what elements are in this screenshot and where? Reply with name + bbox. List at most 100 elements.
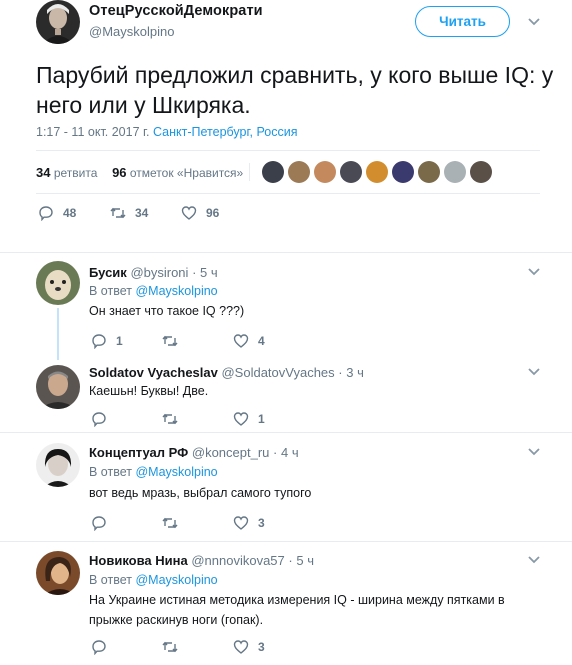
stats-separator: [249, 163, 250, 181]
like-button[interactable]: 3: [233, 639, 265, 655]
likes-label[interactable]: отметок «Нравится»: [130, 166, 243, 180]
in-reply-prefix: В ответ: [89, 465, 132, 479]
like-button[interactable]: 96: [181, 205, 219, 221]
liker-avatar[interactable]: [340, 161, 362, 183]
chevron-down-icon[interactable]: [527, 17, 541, 27]
reply-text: вот ведь мразь, выбрал самого тупого: [89, 486, 312, 500]
reply-author-handle[interactable]: @nnnovikova57: [191, 553, 284, 568]
heart-icon: [233, 412, 249, 426]
reply-actions: 1 4: [0, 333, 572, 351]
reply-author-handle[interactable]: @koncept_ru: [192, 445, 270, 460]
reply-actions: 3: [0, 639, 572, 657]
reply-author-name[interactable]: Новикова Нина: [89, 553, 188, 568]
liker-avatar[interactable]: [366, 161, 388, 183]
reply-button[interactable]: [91, 411, 107, 427]
author-avatar[interactable]: [36, 0, 80, 44]
tweet-timestamp: 1:17 - 11 окт. 2017 г. Санкт-Петербург, …: [36, 125, 297, 139]
in-reply-to: В ответ @Mayskolpino: [89, 284, 218, 298]
chevron-down-icon[interactable]: [527, 367, 541, 377]
reply-icon: [92, 334, 106, 349]
retweet-button[interactable]: [162, 411, 178, 427]
reply-avatar[interactable]: [36, 443, 80, 487]
retweet-button[interactable]: [162, 333, 178, 349]
liker-avatar[interactable]: [392, 161, 414, 183]
retweets-label[interactable]: ретвита: [54, 166, 98, 180]
retweet-button[interactable]: [162, 515, 178, 531]
author-handle[interactable]: @Mayskolpino: [89, 24, 174, 39]
retweet-button[interactable]: [162, 639, 178, 655]
reply-actions: 3: [0, 515, 572, 533]
retweet-count: 34: [135, 206, 149, 220]
reply-header: Новикова Нина @nnnovikova57 · 5 ч: [89, 553, 314, 568]
in-reply-mention[interactable]: @Mayskolpino: [135, 573, 217, 587]
like-button[interactable]: 1: [233, 411, 265, 427]
liker-avatar[interactable]: [470, 161, 492, 183]
liker-avatar[interactable]: [314, 161, 336, 183]
retweet-button[interactable]: 34: [110, 205, 148, 221]
chevron-down-icon[interactable]: [527, 267, 541, 277]
retweet-icon: [162, 335, 178, 347]
retweet-icon: [162, 413, 178, 425]
chevron-down-icon[interactable]: [527, 447, 541, 457]
liker-avatar[interactable]: [444, 161, 466, 183]
retweet-icon: [110, 207, 126, 219]
liker-avatar[interactable]: [262, 161, 284, 183]
liker-avatar[interactable]: [418, 161, 440, 183]
reply-avatar[interactable]: [36, 365, 80, 409]
tweet-location[interactable]: Санкт-Петербург, Россия: [153, 125, 297, 139]
in-reply-mention[interactable]: @Mayskolpino: [135, 465, 217, 479]
reply-item[interactable]: Бусик @bysironi · 5 ч В ответ @Mayskolpi…: [0, 253, 572, 360]
reply-text: На Украине истиная методика измерения IQ…: [89, 590, 529, 630]
main-tweet: ОтецРусскойДемократи @Mayskolpino Читать…: [0, 0, 572, 246]
reply-author-name[interactable]: Бусик: [89, 265, 127, 280]
reply-avatar[interactable]: [36, 261, 80, 305]
reply-icon: [92, 640, 106, 655]
liker-avatar[interactable]: [288, 161, 310, 183]
reply-icon: [39, 206, 53, 221]
divider: [36, 193, 540, 194]
reply-author-handle[interactable]: @bysironi: [130, 265, 188, 280]
reply-item[interactable]: Soldatov Vyacheslav @SoldatovVyaches · 3…: [0, 355, 572, 431]
reply-text-line: прыжке раскинув ноги (гопак).: [89, 613, 264, 627]
divider: [36, 150, 540, 151]
reply-count: 48: [63, 206, 77, 220]
like-button[interactable]: 3: [233, 515, 265, 531]
like-count: 96: [206, 206, 220, 220]
retweets-count[interactable]: 34: [36, 165, 50, 180]
like-count: 4: [258, 334, 265, 348]
reply-author-name[interactable]: Soldatov Vyacheslav: [89, 365, 218, 380]
thread-line: [57, 308, 59, 360]
tweet-time[interactable]: 1:17 - 11 окт. 2017 г.: [36, 125, 150, 139]
reply-time[interactable]: · 5 ч: [192, 265, 218, 280]
reply-icon: [92, 516, 106, 531]
follow-button[interactable]: Читать: [415, 6, 510, 37]
reply-text-line: На Украине истиная методика измерения IQ…: [89, 593, 505, 607]
reply-author-name[interactable]: Концептуал РФ: [89, 445, 188, 460]
likes-count[interactable]: 96: [112, 165, 126, 180]
reply-button[interactable]: 1: [91, 333, 123, 349]
reply-time[interactable]: · 5 ч: [288, 553, 314, 568]
reply-button[interactable]: [91, 639, 107, 655]
reply-time[interactable]: · 4 ч: [273, 445, 299, 460]
like-count: 3: [258, 516, 265, 530]
chevron-down-icon[interactable]: [527, 555, 541, 565]
reply-header: Концептуал РФ @koncept_ru · 4 ч: [89, 445, 299, 460]
like-count: 3: [258, 640, 265, 654]
in-reply-to: В ответ @Mayskolpino: [89, 573, 218, 587]
retweet-icon: [162, 517, 178, 529]
heart-icon: [181, 206, 197, 220]
in-reply-mention[interactable]: @Mayskolpino: [135, 284, 217, 298]
retweet-icon: [162, 641, 178, 653]
author-name[interactable]: ОтецРусскойДемократи: [89, 3, 263, 19]
reply-button[interactable]: 48: [38, 205, 76, 221]
reply-item[interactable]: Новикова Нина @nnnovikova57 · 5 ч В отве…: [0, 542, 572, 665]
reply-item[interactable]: Концептуал РФ @koncept_ru · 4 ч В ответ …: [0, 433, 572, 541]
reply-header: Бусик @bysironi · 5 ч: [89, 265, 218, 280]
like-count: 1: [258, 412, 265, 426]
reply-actions: 1: [0, 411, 572, 429]
reply-time[interactable]: · 3 ч: [338, 365, 364, 380]
reply-button[interactable]: [91, 515, 107, 531]
like-button[interactable]: 4: [233, 333, 265, 349]
reply-avatar[interactable]: [36, 551, 80, 595]
reply-author-handle[interactable]: @SoldatovVyaches: [221, 365, 334, 380]
